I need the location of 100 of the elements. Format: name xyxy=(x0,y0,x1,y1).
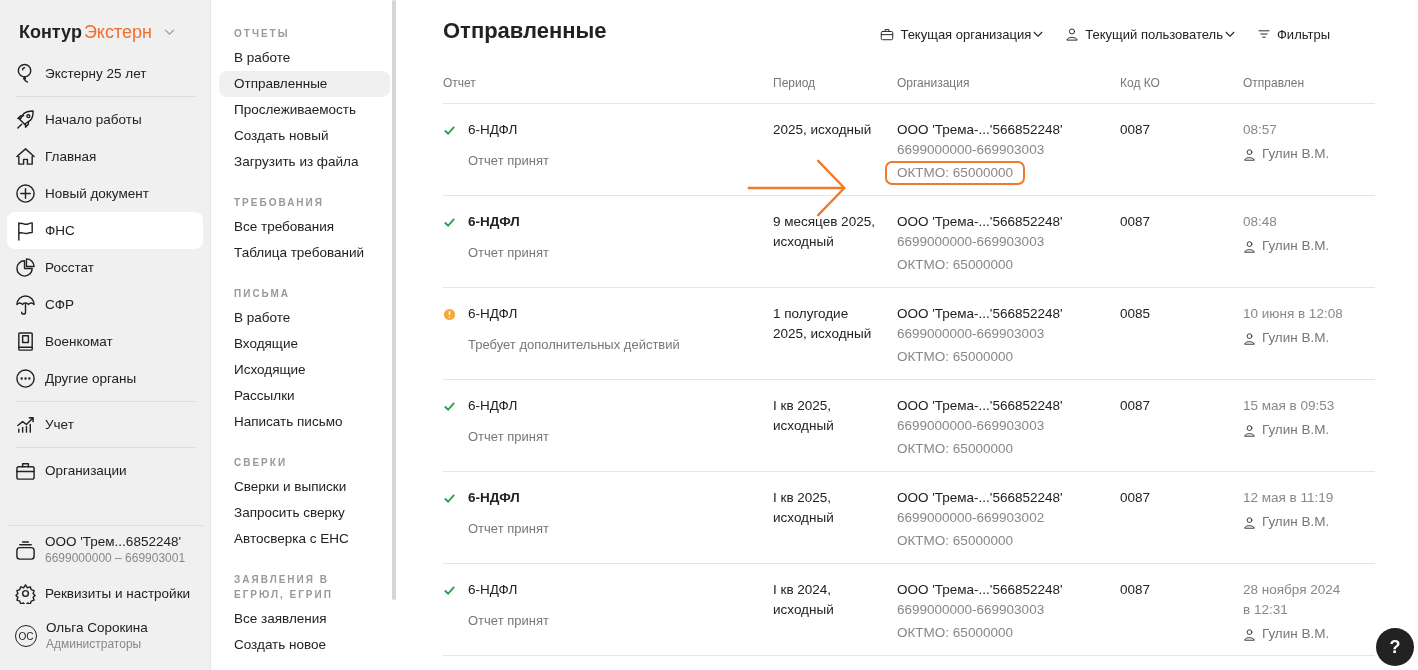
sender-name: Гулин В.М. xyxy=(1262,329,1330,347)
nav-item[interactable]: ФНС xyxy=(7,212,203,249)
flag-icon xyxy=(15,220,36,241)
report-status: Отчет принят xyxy=(468,245,549,260)
settings-icon xyxy=(15,582,36,604)
menu-item[interactable]: Создать новый xyxy=(219,123,390,149)
organization-range: 6699000000-669903003 xyxy=(897,141,1046,159)
menu-item[interactable]: В работе xyxy=(219,305,390,331)
organization-name: ООО 'Трема-...'566852248' xyxy=(897,121,1064,139)
settings-link[interactable]: Реквизиты и настройки xyxy=(7,574,203,612)
menu-item[interactable]: Написать письмо xyxy=(219,409,390,435)
sent-date: 15 мая в 09:53 xyxy=(1243,397,1336,415)
nav-item[interactable]: Росстат xyxy=(7,249,203,286)
report-name[interactable]: 6-НДФЛ xyxy=(468,488,549,508)
nav-item[interactable]: Другие органы xyxy=(7,360,203,397)
organization-name: ООО 'Трема-...'566852248' xyxy=(897,397,1064,415)
authority-code: 0085 xyxy=(1120,305,1152,323)
home-icon xyxy=(15,146,36,167)
umbrella-icon xyxy=(15,294,36,315)
sent-date: 08:48 xyxy=(1243,213,1278,231)
chevron-down-icon[interactable] xyxy=(163,29,175,36)
chevron-down-icon xyxy=(1225,30,1235,38)
nav-item[interactable]: Начало работы xyxy=(7,101,203,138)
menu-item[interactable]: Рассылки xyxy=(219,383,390,409)
logo[interactable]: КонтурЭкстерн xyxy=(19,22,152,43)
sender-name: Гулин В.М. xyxy=(1262,625,1330,643)
user-icon xyxy=(1243,627,1256,641)
report-status: Отчет принят xyxy=(468,153,549,168)
bar-chart-icon xyxy=(15,414,36,435)
report-name[interactable]: 6-НДФЛ xyxy=(468,580,549,600)
organization-name: ООО 'Трема-...'566852248' xyxy=(897,213,1064,231)
menu-item[interactable]: Все требования xyxy=(219,214,390,240)
menu-item[interactable]: Таблица требований xyxy=(219,240,390,266)
briefcase-icon xyxy=(15,460,36,481)
nav-item[interactable]: СФР xyxy=(7,286,203,323)
menu-item[interactable]: Загрузить из файла xyxy=(219,149,390,175)
organization-name: ООО 'Трем...6852248' xyxy=(45,534,182,550)
report-status: Отчет принят xyxy=(468,429,549,444)
sent-date: 08:57 xyxy=(1243,121,1278,139)
authority-code: 0087 xyxy=(1120,397,1152,415)
authority-code: 0087 xyxy=(1120,121,1152,139)
help-button[interactable]: ? xyxy=(1376,628,1414,666)
scrollbar[interactable] xyxy=(392,0,396,600)
nav-item[interactable]: Экстерну 25 лет xyxy=(7,55,203,92)
rocket-icon xyxy=(15,109,36,130)
section-heading: ЗАЯВЛЕНИЯ В ЕГРЮЛ, ЕГРИП xyxy=(233,573,334,602)
menu-item[interactable]: В работе xyxy=(219,45,390,71)
toolbar-button[interactable]: Фильтры xyxy=(1257,23,1330,45)
toolbar-button[interactable]: Текущий пользователь xyxy=(1065,23,1235,45)
pie-chart-icon xyxy=(15,257,36,278)
section-heading: СВЕРКИ xyxy=(233,456,289,470)
page-title: Отправленные xyxy=(443,18,607,44)
toolbar-button[interactable]: Текущая организация xyxy=(880,23,1044,45)
section-heading: ПИСЬМА xyxy=(233,287,292,301)
section-heading: ОТЧЕТЫ xyxy=(233,27,291,41)
organization-range: 6699000000-669903003 xyxy=(897,601,1046,619)
report-name[interactable]: 6-НДФЛ xyxy=(468,212,549,232)
nav-item[interactable]: Новый документ xyxy=(7,175,203,212)
menu-item[interactable]: Исходящие xyxy=(219,357,390,383)
stack-icon xyxy=(15,539,36,561)
oktmo-code: ОКТМО: 65000000 xyxy=(896,256,1014,274)
report-period: 1 полугодие 2025, исходный xyxy=(773,305,873,343)
oktmo-code: ОКТМО: 65000000 xyxy=(896,440,1014,458)
more-icon xyxy=(15,368,36,389)
organization-name: ООО 'Трема-...'566852248' xyxy=(897,581,1064,599)
menu-item[interactable]: Все заявления xyxy=(219,606,390,632)
chevron-down-icon xyxy=(1033,30,1044,38)
menu-item[interactable]: Отправленные xyxy=(219,71,390,97)
column-header: Организация xyxy=(897,76,971,92)
report-name[interactable]: 6-НДФЛ xyxy=(468,304,680,324)
menu-item[interactable]: Прослеживаемость xyxy=(219,97,390,123)
menu-item[interactable]: Создать новое xyxy=(219,632,390,658)
user-icon xyxy=(1065,27,1080,41)
sent-date: 28 ноября 2024 в 12:31 xyxy=(1243,581,1342,619)
report-status: Отчет принят xyxy=(468,613,549,628)
oktmo-code: ОКТМО: 65000000 xyxy=(896,532,1014,550)
menu-item[interactable]: Сверки и выписки xyxy=(219,474,390,500)
sender-name: Гулин В.М. xyxy=(1262,513,1330,531)
nav-item[interactable]: Военкомат xyxy=(7,323,203,360)
authority-code: 0087 xyxy=(1120,581,1152,599)
menu-item[interactable]: Автосверка с ЕНС xyxy=(219,526,390,552)
nav-item[interactable]: Организации xyxy=(7,452,203,489)
organization-name: ООО 'Трема-...'566852248' xyxy=(897,305,1064,323)
report-period: 2025, исходный xyxy=(773,121,873,139)
nav-item[interactable]: Учет xyxy=(7,406,203,443)
sender-name: Гулин В.М. xyxy=(1262,237,1330,255)
sender-name: Гулин В.М. xyxy=(1262,145,1330,163)
nav-item[interactable]: Главная xyxy=(7,138,203,175)
organization-range: 6699000000 – 669903001 xyxy=(45,550,186,566)
briefcase-icon xyxy=(880,27,895,41)
organization-range: 6699000000-669903003 xyxy=(897,417,1046,435)
column-header: Код КО xyxy=(1120,76,1161,92)
report-name[interactable]: 6-НДФЛ xyxy=(468,120,549,140)
user-icon xyxy=(1243,331,1256,345)
organization-range: 6699000000-669903003 xyxy=(897,325,1046,343)
report-name[interactable]: 6-НДФЛ xyxy=(468,396,549,416)
user-icon xyxy=(1243,515,1256,529)
organization-switcher[interactable]: ООО 'Трем...6852248' 6699000000 – 669903001 xyxy=(7,526,203,574)
menu-item[interactable]: Входящие xyxy=(219,331,390,357)
menu-item[interactable]: Запросить сверку xyxy=(219,500,390,526)
